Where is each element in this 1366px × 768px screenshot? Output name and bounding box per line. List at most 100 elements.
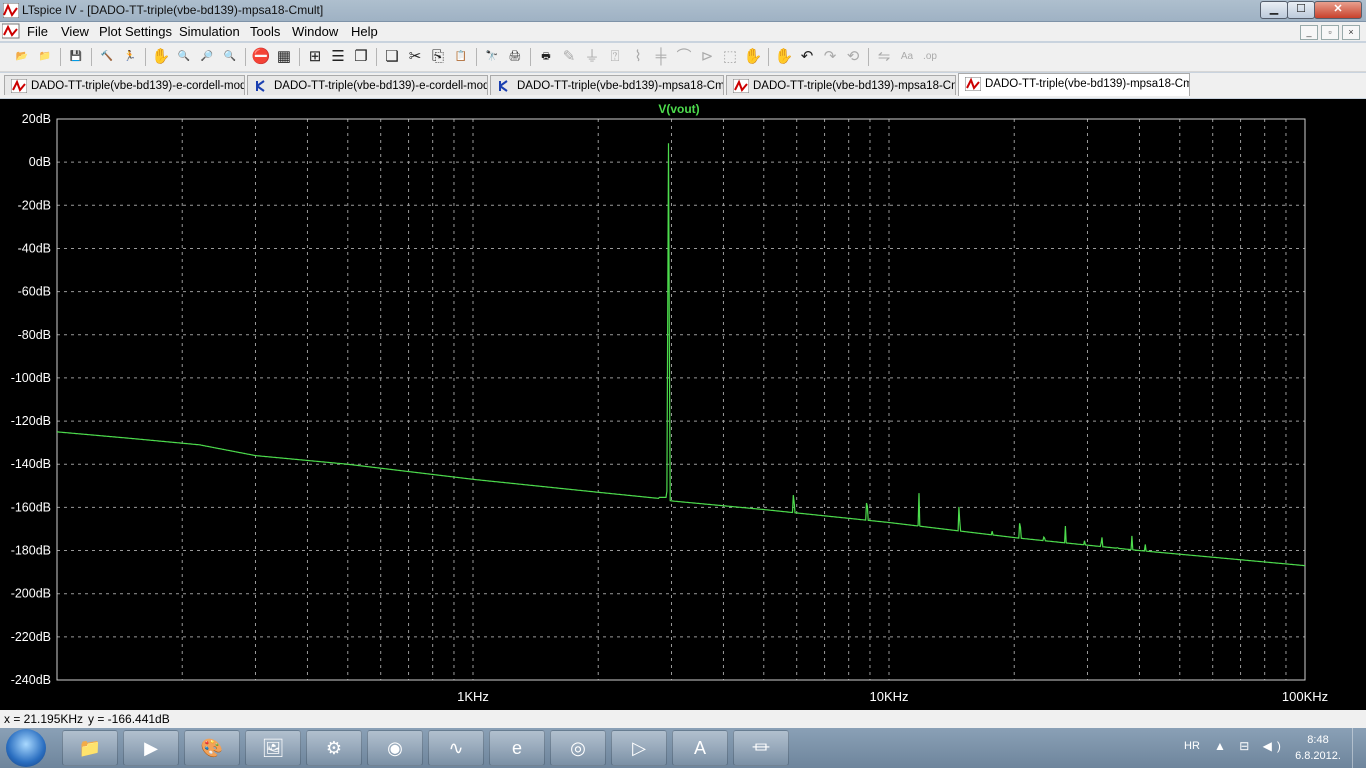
internet-explorer-icon[interactable]: e bbox=[489, 730, 545, 766]
tab-3[interactable]: DADO-TT-triple(vbe-bd139)-mpsa18-Cmult bbox=[726, 75, 956, 95]
mdi-close-button[interactable]: × bbox=[1342, 25, 1360, 40]
zoom-out-icon[interactable]: 🔍 bbox=[220, 47, 240, 67]
y-axis-labels: 20dB 0dB -20dB -40dB -60dB -80dB -100dB -120dB -… bbox=[11, 112, 51, 687]
ltspice-schematic-icon[interactable]: ▷ bbox=[611, 730, 667, 766]
y-tick-label: -20dB bbox=[18, 198, 51, 212]
tab-1[interactable]: DADO-TT-triple(vbe-bd139)-e-cordell-mode… bbox=[247, 75, 488, 95]
tab-2[interactable]: DADO-TT-triple(vbe-bd139)-mpsa18-Cmult bbox=[490, 75, 724, 95]
spice-directive-icon[interactable]: .op bbox=[920, 47, 940, 67]
trace-title[interactable]: V(vout) bbox=[658, 102, 699, 116]
menu-help[interactable]: Help bbox=[351, 24, 378, 39]
text-icon[interactable]: Aa bbox=[897, 47, 917, 67]
start-button[interactable] bbox=[6, 729, 46, 767]
pan-icon[interactable]: ✋ bbox=[151, 47, 171, 67]
maximize-button[interactable]: ☐ bbox=[1287, 1, 1315, 19]
zoom-cancel-icon[interactable]: ⛔ bbox=[251, 47, 271, 67]
fit-icon[interactable]: ⊞ bbox=[305, 47, 325, 67]
inductor-icon[interactable]: ⌒ bbox=[674, 47, 694, 67]
drag-icon[interactable]: ✋ bbox=[774, 47, 794, 67]
oscilloscope-icon[interactable]: ∿ bbox=[428, 730, 484, 766]
capacitor-icon[interactable]: ╪ bbox=[651, 47, 671, 67]
copy-icon[interactable]: ⎘ bbox=[428, 47, 448, 67]
waveform-viewer[interactable]: 20dB 0dB -20dB -40dB -60dB -80dB -100dB -120dB -… bbox=[0, 99, 1366, 710]
rotate-icon[interactable]: ⟲ bbox=[843, 47, 863, 67]
undo-icon[interactable]: ↶ bbox=[797, 47, 817, 67]
firefox-icon[interactable]: ◎ bbox=[550, 730, 606, 766]
title-bar[interactable]: LTspice IV - [DADO-TT-triple(vbe-bd139)-… bbox=[0, 0, 1366, 22]
wire-icon[interactable]: ✎ bbox=[559, 47, 579, 67]
find-icon[interactable]: 🔭 bbox=[482, 47, 502, 67]
resistor-icon[interactable]: ⌇ bbox=[628, 47, 648, 67]
opera-icon[interactable]: ◉ bbox=[367, 730, 423, 766]
autorange-icon[interactable]: ▦ bbox=[274, 47, 294, 67]
component-icon[interactable]: ⬚ bbox=[720, 47, 740, 67]
cad-icon[interactable]: ⚙ bbox=[306, 730, 362, 766]
diode-icon[interactable]: ⊳ bbox=[697, 47, 717, 67]
minimize-button[interactable]: ▁ bbox=[1260, 1, 1288, 19]
y-tick-label: -240dB bbox=[11, 673, 51, 687]
cut-icon[interactable]: ✂ bbox=[405, 47, 425, 67]
trace-vout[interactable] bbox=[57, 143, 1305, 567]
run-icon[interactable]: 🏃 bbox=[120, 47, 140, 67]
ltspice-app-icon[interactable] bbox=[3, 3, 19, 18]
mdi-minimize-button[interactable]: _ bbox=[1300, 25, 1318, 40]
tab-0[interactable]: DADO-TT-triple(vbe-bd139)-e-cordell-mode… bbox=[4, 75, 245, 95]
toolbar-separator bbox=[60, 48, 61, 66]
tray-language[interactable]: HR bbox=[1184, 740, 1200, 752]
y-tick-label: 20dB bbox=[22, 112, 51, 126]
toolbar-separator bbox=[245, 48, 246, 66]
y-tick-label: -100dB bbox=[11, 371, 51, 385]
toolbar-separator bbox=[476, 48, 477, 66]
open-folder-icon[interactable]: 📁 bbox=[35, 47, 55, 67]
control-panel-icon[interactable]: 🔨 bbox=[97, 47, 117, 67]
taskbar: 📁 ▶ 🎨 🖼 ⚙ ◉ ∿ e ◎ ▷ A ⏛ HR ▲ ⊟ ◀) 8:48 6.8.2012. bbox=[0, 728, 1366, 768]
paint-icon[interactable]: 🎨 bbox=[184, 730, 240, 766]
tab-label: DADO-TT-triple(vbe-bd139)-mpsa18-Cmult bbox=[517, 80, 724, 92]
image-viewer-icon[interactable]: 🖼 bbox=[245, 730, 301, 766]
paste-icon[interactable]: 📋 bbox=[451, 47, 471, 67]
explorer-icon[interactable]: 📁 bbox=[62, 730, 118, 766]
zoom-in-icon[interactable]: 🔍 bbox=[174, 47, 194, 67]
ltspice-icon[interactable]: ⏛ bbox=[733, 730, 789, 766]
cursor-x-readout: x = 21.195KHz bbox=[4, 712, 84, 726]
menu-simulation[interactable]: Simulation bbox=[179, 24, 240, 39]
x-tick-label: 1KHz bbox=[457, 689, 489, 704]
y-tick-label: -160dB bbox=[11, 500, 51, 514]
move-icon[interactable]: ✋ bbox=[743, 47, 763, 67]
clock-time[interactable]: 8:48 bbox=[1296, 734, 1340, 746]
y-tick-label: -80dB bbox=[18, 328, 51, 342]
menu-window[interactable]: Window bbox=[292, 24, 338, 39]
spectrum-plot[interactable]: 20dB 0dB -20dB -40dB -60dB -80dB -100dB -120dB -… bbox=[0, 99, 1366, 710]
mirror-icon[interactable]: ⇋ bbox=[874, 47, 894, 67]
mdi-restore-button[interactable]: ▫ bbox=[1321, 25, 1339, 40]
label-net-icon[interactable]: ⍰ bbox=[605, 47, 625, 67]
menu-file[interactable]: File bbox=[27, 24, 48, 39]
clock-date[interactable]: 6.8.2012. bbox=[1290, 750, 1346, 762]
redo-icon[interactable]: ↷ bbox=[820, 47, 840, 67]
tab-label: DADO-TT-triple(vbe-bd139)-e-cordell-mode… bbox=[274, 80, 488, 92]
menu-view[interactable]: View bbox=[61, 24, 89, 39]
print-preview-icon[interactable]: 🖨 bbox=[505, 47, 525, 67]
tab-label: DADO-TT-triple(vbe-bd139)-mpsa18-Cmult bbox=[753, 80, 956, 92]
waveform-doc-icon[interactable] bbox=[2, 23, 20, 39]
tray-icons[interactable]: ▲ ⊟ ◀) bbox=[1214, 739, 1286, 753]
show-desktop-button[interactable] bbox=[1352, 728, 1366, 768]
wordpad-icon[interactable]: A bbox=[672, 730, 728, 766]
tab-4-active[interactable]: DADO-TT-triple(vbe-bd139)-mpsa18-Cmult bbox=[958, 73, 1190, 96]
y-tick-label: -60dB bbox=[18, 285, 51, 299]
open-schematic-icon[interactable]: 📂 bbox=[12, 47, 32, 67]
print-icon[interactable]: 🖶 bbox=[536, 47, 556, 67]
menu-tools[interactable]: Tools bbox=[250, 24, 280, 39]
media-player-icon[interactable]: ▶ bbox=[123, 730, 179, 766]
ground-icon[interactable]: ⏚ bbox=[582, 47, 602, 67]
zoom-area-icon[interactable]: 🔎 bbox=[197, 47, 217, 67]
close-button[interactable]: ✕ bbox=[1314, 1, 1362, 19]
menu-plot-settings[interactable]: Plot Settings bbox=[99, 24, 172, 39]
waveform-icon bbox=[965, 77, 981, 91]
tile-vertical-icon[interactable]: ❏ bbox=[382, 47, 402, 67]
save-icon[interactable]: 💾 bbox=[66, 47, 86, 67]
tile-horizontal-icon[interactable]: ☰ bbox=[328, 47, 348, 67]
plot-frame bbox=[56, 118, 1306, 681]
toolbar-separator bbox=[145, 48, 146, 66]
cascade-icon[interactable]: ❐ bbox=[351, 47, 371, 67]
